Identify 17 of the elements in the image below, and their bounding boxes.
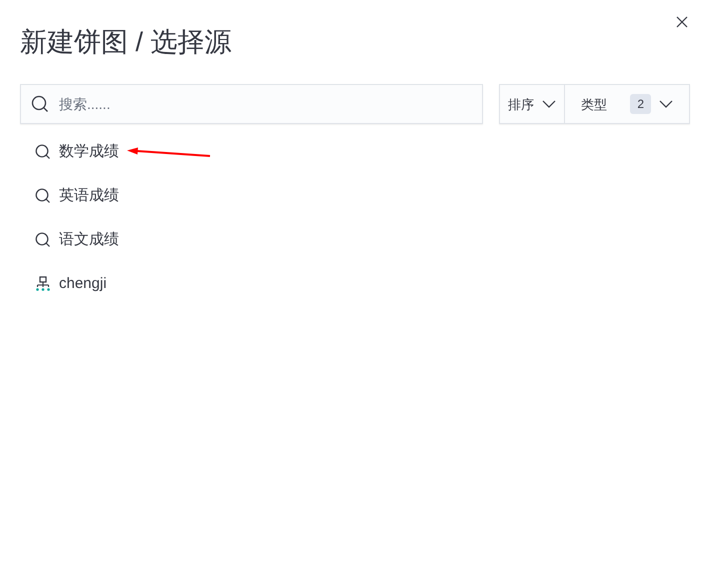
source-item[interactable]: 语文成绩 (20, 218, 119, 262)
search-icon (35, 144, 51, 160)
dialog-title: 新建饼图 / 选择源 (20, 26, 232, 58)
search-icon (31, 95, 49, 114)
type-filter-button[interactable]: 类型 2 (565, 85, 689, 124)
search-field[interactable]: 搜索...... (20, 84, 483, 124)
sort-button[interactable]: 排序 (500, 85, 565, 124)
chevron-down-icon (659, 100, 673, 108)
source-item[interactable]: 数学成绩 (20, 130, 211, 174)
index-pattern-icon (35, 276, 51, 292)
close-button[interactable] (674, 14, 690, 30)
source-item[interactable]: chengji (20, 262, 107, 306)
chevron-down-icon (542, 100, 556, 108)
count-badge: 2 (630, 94, 651, 114)
source-item[interactable]: 英语成绩 (20, 174, 119, 218)
search-icon (35, 232, 51, 248)
search-icon (35, 188, 51, 204)
